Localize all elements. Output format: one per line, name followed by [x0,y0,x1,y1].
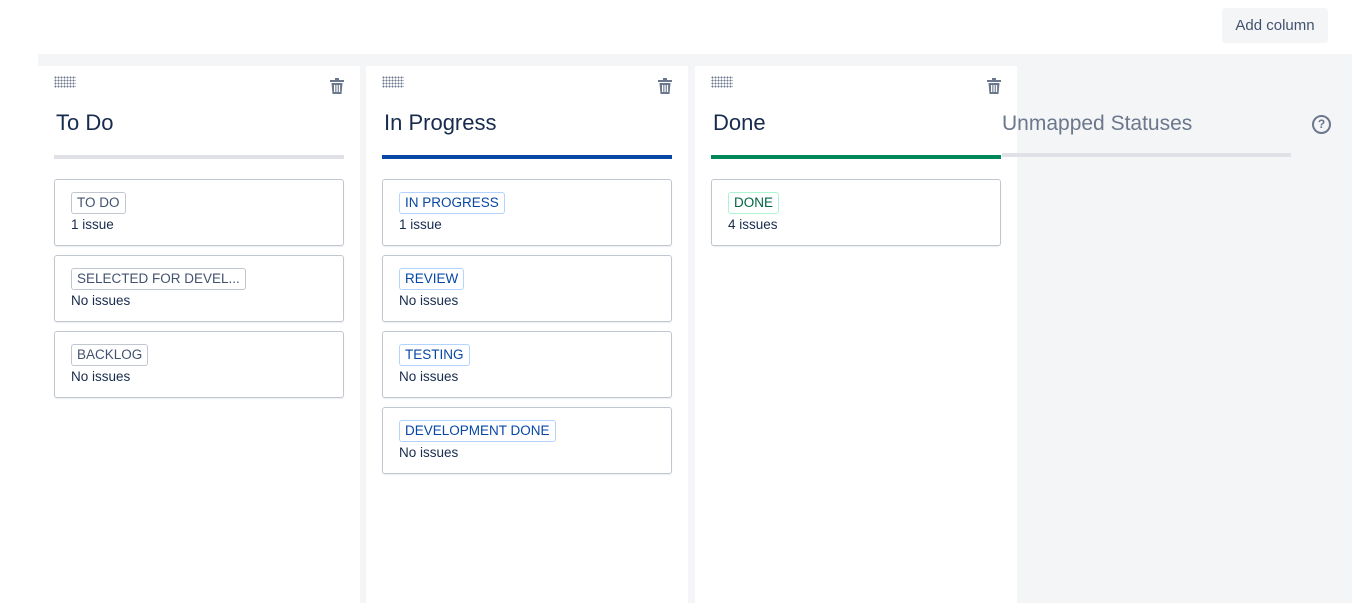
status-card[interactable]: SELECTED FOR DEVEL... No issues [54,255,344,322]
issue-count: No issues [71,369,131,384]
status-lozenge: REVIEW [399,268,465,290]
drag-handle-icon[interactable] [54,76,76,88]
status-card[interactable]: DEVELOPMENT DONE No issues [382,407,672,474]
issue-count: 1 issue [71,217,114,232]
issue-count: No issues [399,369,459,384]
column-title[interactable]: To Do [56,110,113,136]
column-done[interactable]: Done DONE 4 issues [695,66,1017,603]
top-toolbar: Add column [0,0,1370,54]
column-status-bar [711,155,1001,159]
issue-count: 4 issues [728,217,778,232]
column-title[interactable]: Done [713,110,766,136]
trash-icon[interactable] [330,78,344,94]
issue-count: 1 issue [399,217,442,232]
status-card[interactable]: REVIEW No issues [382,255,672,322]
issue-count: No issues [399,445,459,460]
unmapped-statuses-title: Unmapped Statuses [1002,112,1193,135]
status-lozenge: DONE [728,192,780,214]
column-in-progress[interactable]: In Progress IN PROGRESS 1 issue REVIEW N… [366,66,688,603]
status-card[interactable]: TO DO 1 issue [54,179,344,246]
column-status-bar [382,155,672,159]
status-card[interactable]: BACKLOG No issues [54,331,344,398]
drag-handle-icon[interactable] [711,76,733,88]
question-circle-icon[interactable]: ? [1312,115,1331,134]
status-card[interactable]: IN PROGRESS 1 issue [382,179,672,246]
column-board: To Do TO DO 1 issue SELECTED FOR DEVEL..… [38,54,1352,603]
status-card[interactable]: TESTING No issues [382,331,672,398]
column-to-do[interactable]: To Do TO DO 1 issue SELECTED FOR DEVEL..… [38,66,360,603]
status-lozenge: TO DO [71,192,126,214]
drag-handle-icon[interactable] [382,76,404,88]
trash-icon[interactable] [987,78,1001,94]
column-title[interactable]: In Progress [384,110,497,136]
status-lozenge: BACKLOG [71,344,149,366]
status-card[interactable]: DONE 4 issues [711,179,1001,246]
status-lozenge: TESTING [399,344,470,366]
unmapped-status-bar [1002,153,1291,157]
status-lozenge: SELECTED FOR DEVEL... [71,268,246,290]
column-status-bar [54,155,344,159]
issue-count: No issues [71,293,131,308]
status-lozenge: DEVELOPMENT DONE [399,420,556,442]
add-column-button[interactable]: Add column [1222,8,1328,43]
status-lozenge: IN PROGRESS [399,192,505,214]
issue-count: No issues [399,293,459,308]
trash-icon[interactable] [658,78,672,94]
